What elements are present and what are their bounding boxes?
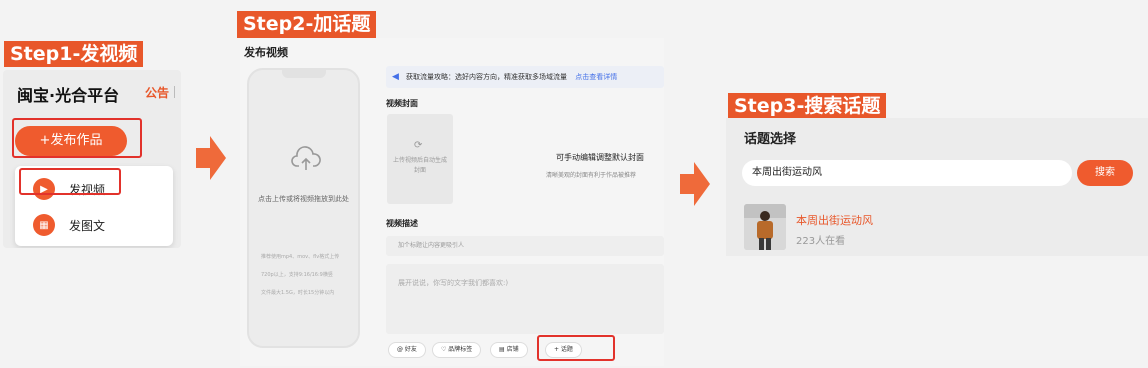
edit-cover-text[interactable]: 可手动编辑调整默认封面 [556, 152, 644, 163]
title-input[interactable]: 加个标题让内容更吸引人 [386, 236, 664, 256]
divider [174, 86, 175, 98]
video-upload-area[interactable]: 点击上传或将视频拖放到此处 推荐使用mp4、mov、flv格式上传 720p以上… [247, 68, 360, 348]
shop-icon: ▤ [499, 346, 507, 353]
topic-result-title[interactable]: 本周出街运动风 [796, 212, 873, 228]
topic-search-input[interactable]: 本周出街运动风 [742, 160, 1072, 186]
arrow-right-icon [680, 162, 710, 206]
cover-hint: 清晰美观的封面有利于作品被推荐 [546, 172, 637, 179]
menu-item-image-text[interactable]: ▦ 发图文 [33, 212, 105, 238]
cloud-upload-icon [291, 146, 321, 170]
platform-logo: 闽宝·光合平台 [17, 86, 120, 105]
page-title: 发布视频 [244, 46, 288, 59]
highlight-box [537, 335, 615, 361]
tip-text: 获取流量攻略：选好内容方向，精准获取多场域流量 [406, 73, 567, 81]
upload-requirement: 推荐使用mp4、mov、flv格式上传 [261, 254, 340, 260]
cover-label: 视频封面 [386, 99, 418, 108]
step2-label: Step2-加话题 [237, 11, 377, 38]
topic-selection-panel: 话题选择 本周出街运动风 搜索 本周出街运动风 223人在看 [726, 118, 1148, 256]
topic-selection-title: 话题选择 [744, 132, 797, 147]
highlight-box [19, 168, 121, 195]
search-button[interactable]: 搜索 [1077, 160, 1133, 186]
tag-label: 店铺 [506, 346, 519, 353]
shop-button[interactable]: ▤ 店铺 [490, 342, 528, 358]
brand-tag-button[interactable]: ♡ 品牌标签 [432, 342, 482, 358]
menu-item-label: 发图文 [69, 218, 106, 233]
phone-notch [282, 70, 326, 78]
publish-video-panel: 发布视频 点击上传或将视频拖放到此处 推荐使用mp4、mov、flv格式上传 7… [240, 38, 664, 366]
notice-link[interactable]: 公告 [145, 84, 169, 101]
upload-requirement: 720p以上，支持9:16/16:9横竖 [261, 272, 333, 278]
upload-hint: 点击上传或将视频拖放到此处 [258, 195, 349, 203]
topic-thumbnail [744, 204, 786, 250]
arrow-right-icon [196, 136, 226, 180]
step3-label: Step3-搜索话题 [728, 93, 887, 119]
loading-icon: ⟳ [414, 140, 423, 151]
topic-viewer-count: 223人在看 [796, 236, 846, 247]
step1-label: Step1-发视频 [4, 41, 144, 67]
cover-generating-text: 上传视频后自动生成封面 [392, 157, 447, 174]
megaphone-icon: ◀ [392, 72, 399, 82]
cover-thumbnail[interactable]: ⟳ 上传视频后自动生成封面 [387, 114, 453, 204]
description-textarea[interactable]: 展开说说，你写的文字我们都喜欢:) [386, 264, 664, 334]
mention-friend-button[interactable]: @ 好友 [388, 342, 426, 358]
publish-menu-panel: 闽宝·光合平台 公告 +发布作品 ▶ 发视频 ▦ 发图文 [3, 70, 181, 248]
tag-label: 品牌标签 [448, 346, 473, 353]
description-label: 视频描述 [386, 219, 418, 228]
highlight-box [12, 118, 142, 158]
person-photo [744, 204, 786, 250]
upload-requirement: 文件最大1.5G，时长15分钟以内 [261, 290, 335, 296]
image-text-icon: ▦ [33, 214, 55, 236]
view-details-link[interactable]: 点击查看详情 [575, 73, 617, 81]
traffic-tip-bar: ◀ 获取流量攻略：选好内容方向，精准获取多场域流量 点击查看详情 [386, 66, 664, 88]
